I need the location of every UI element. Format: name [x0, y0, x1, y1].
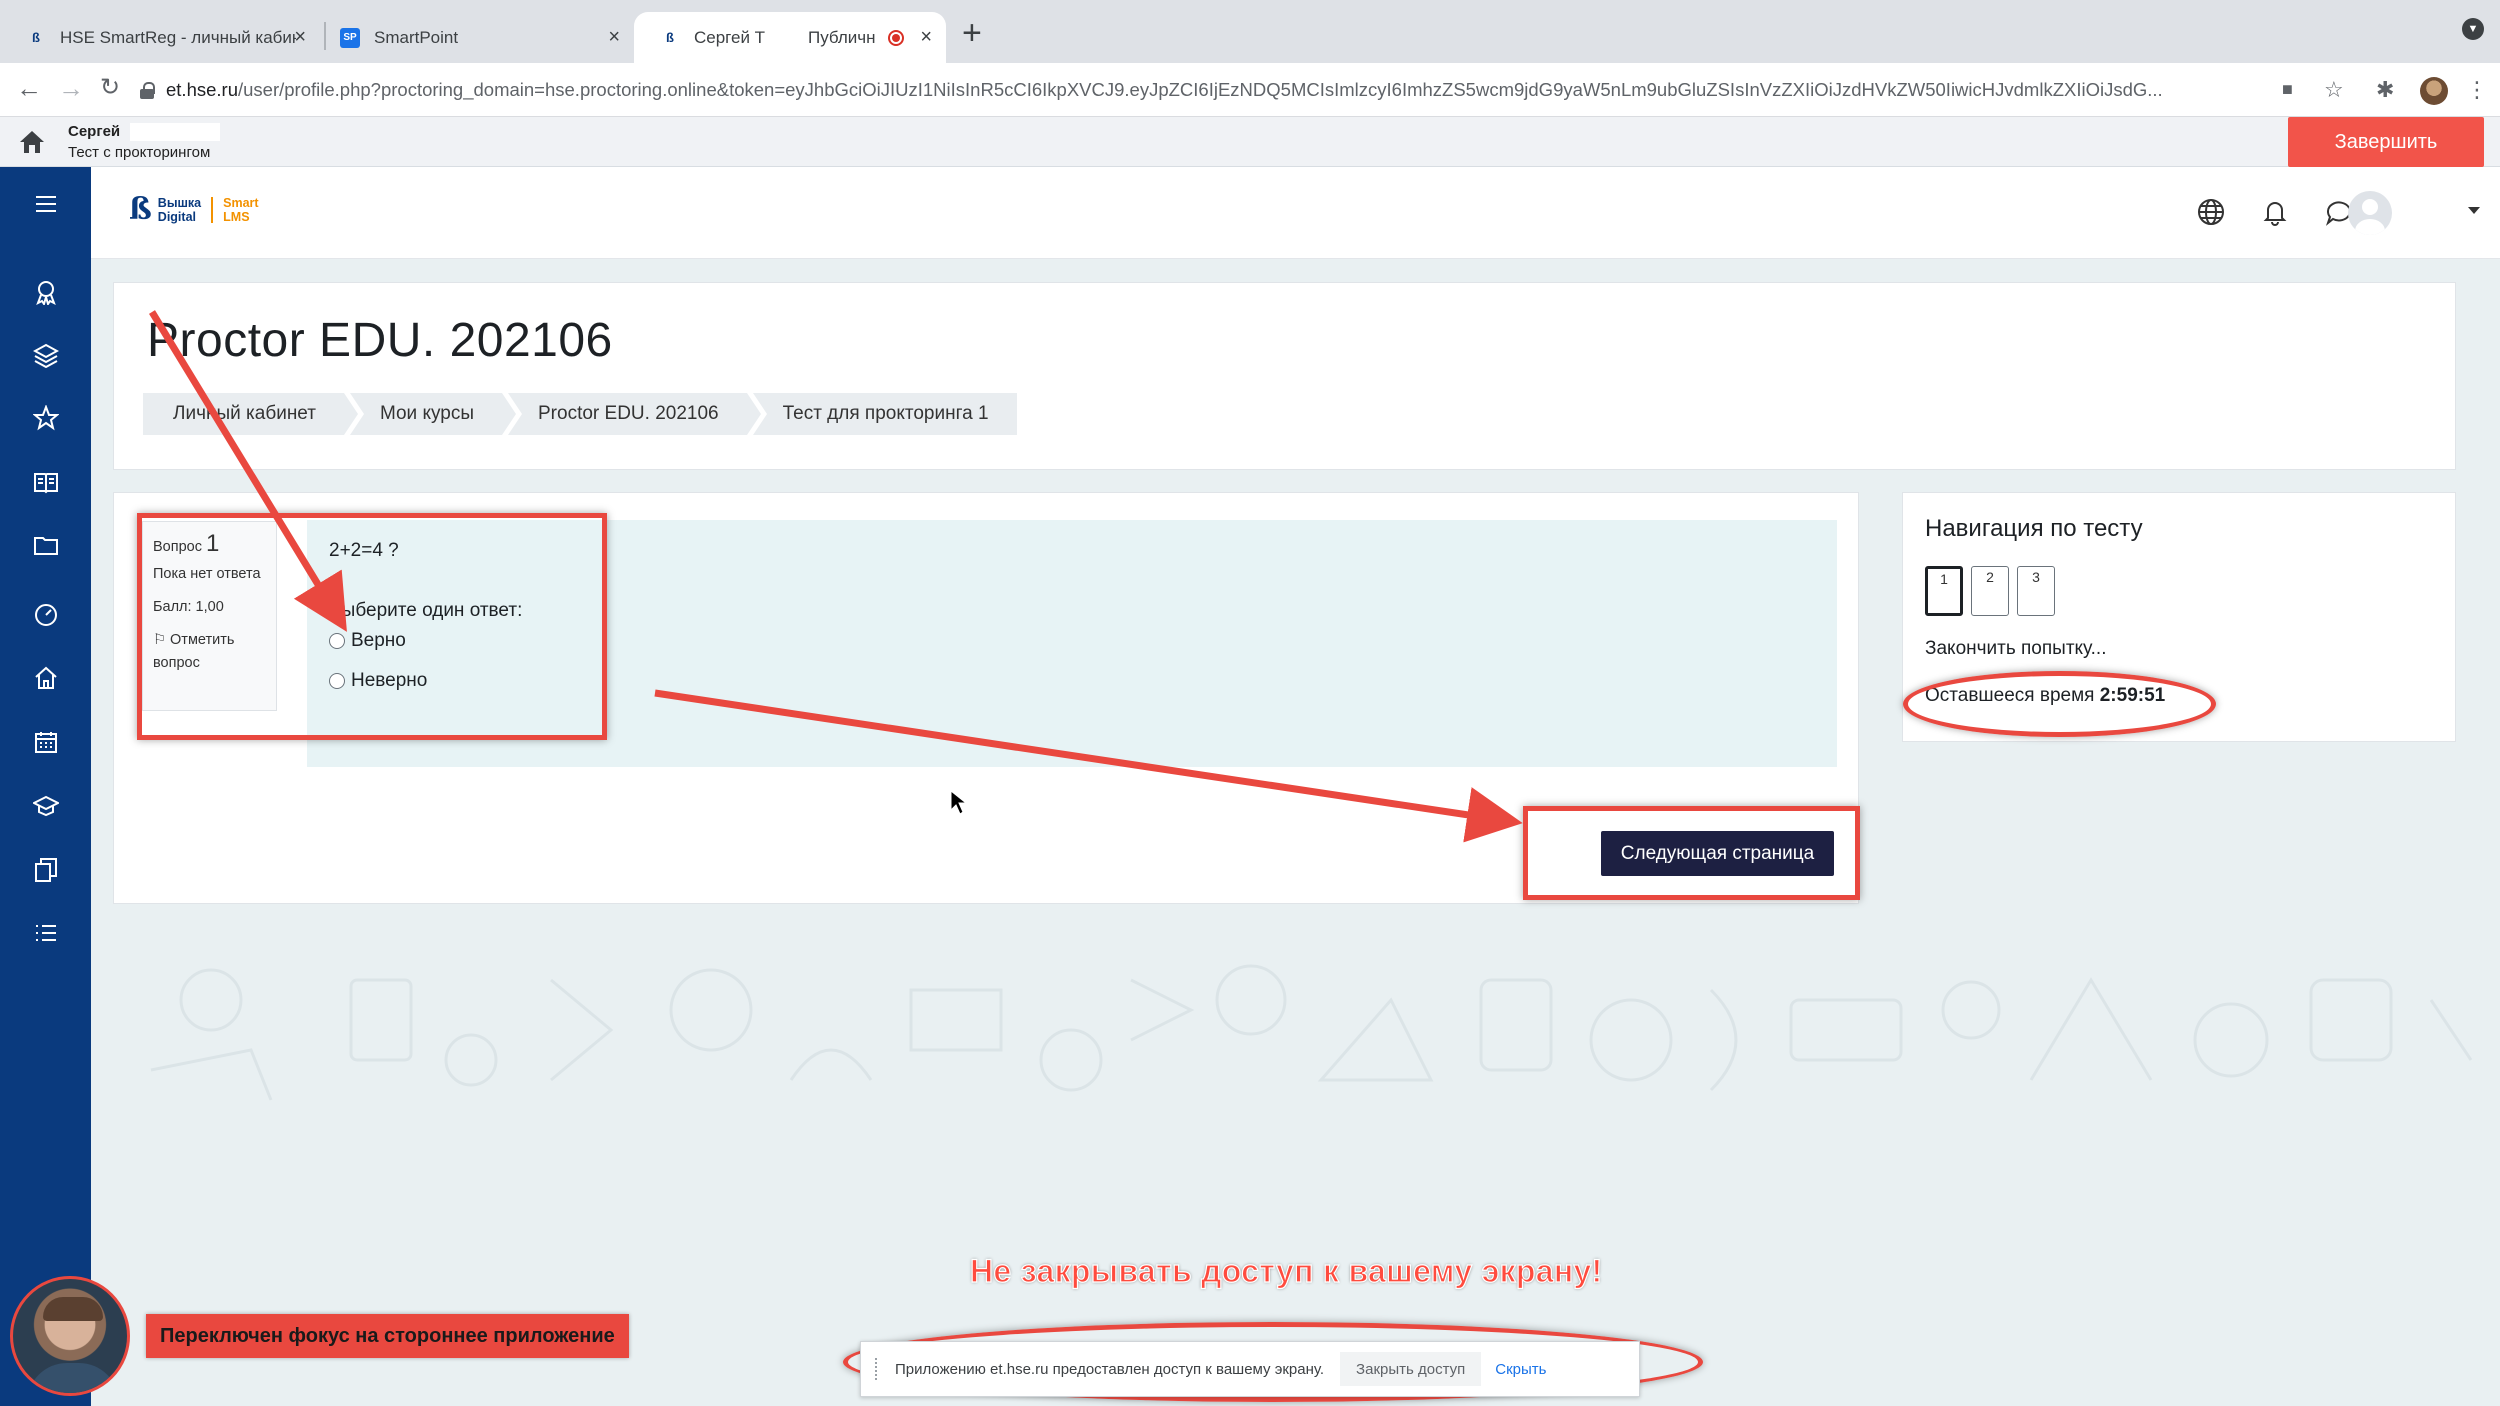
- lms-sidebar: [0, 167, 91, 1406]
- screen-share-warning: Не закрывать доступ к вашему экрану!: [969, 1252, 1603, 1289]
- breadcrumb-item-test[interactable]: Тест для прокторинга 1: [752, 393, 1017, 435]
- home-icon[interactable]: [18, 129, 46, 155]
- smartpoint-favicon-icon: SP: [340, 27, 360, 48]
- logo-lms: LMS: [223, 210, 250, 224]
- page-title: Proctor EDU. 202106: [147, 314, 613, 367]
- layers-icon[interactable]: [32, 342, 60, 369]
- hse-favicon-icon: ß: [32, 30, 40, 45]
- close-tab-icon[interactable]: ×: [608, 26, 620, 49]
- close-tab-icon[interactable]: ×: [920, 26, 932, 49]
- breadcrumb-item-dashboard[interactable]: Личный кабинет: [143, 393, 358, 435]
- forward-icon[interactable]: →: [58, 73, 84, 104]
- dashboard-gauge-icon[interactable]: [33, 602, 59, 628]
- graduation-cap-icon[interactable]: [31, 793, 61, 819]
- tab-sergey[interactable]: ß Сергей Т Публичн ×: [634, 12, 946, 63]
- language-globe-icon[interactable]: [2196, 197, 2226, 227]
- breadcrumb-item-my-courses[interactable]: Мои курсы: [349, 393, 517, 435]
- star-icon[interactable]: [32, 404, 60, 431]
- url-text[interactable]: et.hse.ru/user/profile.php?proctoring_do…: [166, 79, 2276, 101]
- background-doodle-pattern: [150, 964, 2473, 1101]
- drag-handle-icon[interactable]: [875, 1358, 879, 1380]
- files-icon[interactable]: [33, 857, 59, 883]
- annotation-timer-ellipse: [1903, 671, 2216, 737]
- user-menu-chevron-down-icon[interactable]: [2468, 207, 2480, 214]
- browser-tab-strip: ß HSE SmartReg - личный кабин × SP Smart…: [0, 0, 2500, 63]
- back-icon[interactable]: ←: [16, 73, 42, 104]
- folder-icon[interactable]: [33, 532, 59, 558]
- calendar-icon[interactable]: [33, 729, 59, 755]
- stop-sharing-button[interactable]: Закрыть доступ: [1340, 1352, 1482, 1386]
- finish-proctoring-button[interactable]: Завершить: [2288, 117, 2484, 167]
- list-icon[interactable]: [33, 920, 59, 946]
- proctoring-bar: Сергей Тест с прокторингом Завершить: [0, 117, 2500, 167]
- focus-switch-warning: Переключен фокус на стороннее приложение: [146, 1314, 629, 1358]
- logo-divider: [211, 197, 214, 223]
- screen-share-message: Приложению et.hse.ru предоставлен доступ…: [895, 1360, 1325, 1378]
- menu-toggle-icon[interactable]: [33, 191, 59, 217]
- tab-smartpoint[interactable]: SP SmartPoint ×: [314, 12, 634, 63]
- extensions-icon[interactable]: ✱: [2376, 77, 2394, 103]
- recording-icon: [888, 29, 904, 46]
- breadcrumb: Личный кабинет Мои курсы Proctor EDU. 20…: [143, 393, 1023, 435]
- badges-icon[interactable]: [33, 279, 59, 307]
- annotation-next-button-highlight: [1523, 806, 1860, 900]
- screen-share-bar: Приложению et.hse.ru предоставлен доступ…: [860, 1341, 1640, 1397]
- quiz-nav-question-2[interactable]: 2: [1971, 566, 2009, 616]
- lock-icon: [140, 82, 155, 99]
- finish-attempt-link[interactable]: Закончить попытку...: [1925, 638, 2106, 660]
- bookmark-star-icon[interactable]: ☆: [2324, 77, 2344, 103]
- tab-title: HSE SmartReg - личный кабин: [60, 27, 296, 47]
- notifications-bell-icon[interactable]: [2260, 197, 2290, 227]
- profile-avatar[interactable]: [2420, 77, 2448, 105]
- menu-icon[interactable]: ⋮: [2466, 77, 2488, 103]
- tab-title: Сергей Т: [694, 27, 766, 47]
- hse-smart-lms-logo[interactable]: ß Вышка Digital Smart LMS: [129, 195, 259, 225]
- new-tab-icon[interactable]: +: [962, 14, 982, 53]
- redacted-surname: [130, 123, 220, 141]
- logo-line2: Digital: [157, 210, 196, 224]
- quiz-nav-question-1[interactable]: 1: [1925, 566, 1963, 616]
- close-tab-icon[interactable]: ×: [294, 26, 306, 49]
- page-header: Proctor EDU. 202106 Личный кабинет Мои к…: [113, 282, 2456, 470]
- proctor-user-name: Сергей: [68, 123, 121, 140]
- logo-line1: Вышка: [157, 196, 202, 210]
- breadcrumb-item-course[interactable]: Proctor EDU. 202106: [508, 393, 761, 435]
- reload-icon[interactable]: ↻: [100, 73, 120, 102]
- user-avatar[interactable]: [2348, 191, 2392, 235]
- tab-smartreg[interactable]: ß HSE SmartReg - личный кабин ×: [0, 12, 320, 63]
- tab-search-icon[interactable]: ▼: [2462, 18, 2484, 40]
- annotation-question-highlight: [137, 513, 607, 740]
- hse-logo-mark-icon: ß: [129, 192, 152, 227]
- quiz-navigation-title: Навигация по тесту: [1925, 515, 2143, 542]
- quiz-nav-question-3[interactable]: 3: [2017, 566, 2055, 616]
- logo-smart: Smart: [223, 196, 259, 210]
- tab-title: SmartPoint: [374, 27, 459, 47]
- address-bar[interactable]: et.hse.ru/user/profile.php?proctoring_do…: [140, 68, 2290, 112]
- webcam-preview: [10, 1276, 130, 1396]
- hse-favicon-icon: ß: [666, 30, 674, 45]
- home-icon[interactable]: [33, 665, 59, 691]
- browser-toolbar: ← → ↻ et.hse.ru/user/profile.php?proctor…: [0, 63, 2500, 117]
- camera-icon[interactable]: ■: [2282, 79, 2293, 100]
- proctor-test-name: Тест с прокторингом: [68, 144, 211, 161]
- hide-share-bar-link[interactable]: Скрыть: [1495, 1361, 1546, 1378]
- tab-title-public: Публичн: [808, 27, 876, 47]
- lms-header: ß Вышка Digital Smart LMS: [91, 167, 2500, 259]
- book-icon[interactable]: [33, 469, 59, 495]
